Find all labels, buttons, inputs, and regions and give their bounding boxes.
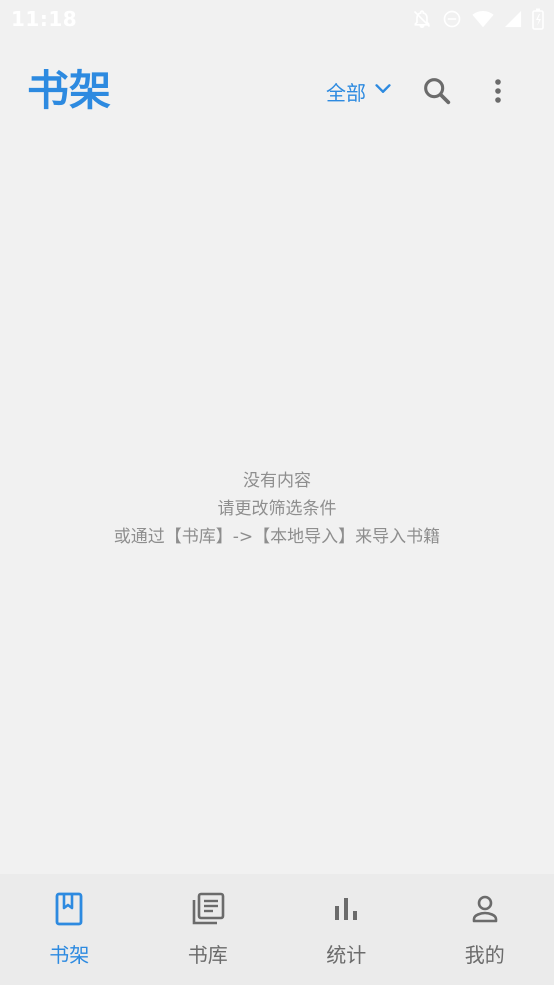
bottom-navigation: 书架 书库 统计 我的 bbox=[0, 874, 554, 985]
bookmark-book-icon bbox=[52, 892, 86, 926]
empty-state-line-3: 或通过【书库】->【本地导入】来导入书籍 bbox=[113, 527, 441, 547]
wifi-icon bbox=[472, 9, 494, 29]
library-icon bbox=[191, 892, 225, 926]
nav-label-profile: 我的 bbox=[464, 943, 505, 967]
nav-label-bookshelf: 书架 bbox=[49, 943, 90, 967]
empty-state-message: 没有内容 请更改筛选条件 或通过【书库】->【本地导入】来导入书籍 bbox=[0, 467, 554, 551]
do-not-disturb-icon bbox=[442, 9, 462, 29]
page-title: 书架 bbox=[27, 66, 112, 115]
nav-item-bookshelf[interactable]: 书架 bbox=[0, 874, 139, 985]
search-icon bbox=[420, 78, 454, 112]
more-vert-icon bbox=[486, 79, 510, 112]
notifications-off-icon bbox=[412, 9, 432, 29]
nav-item-library[interactable]: 书库 bbox=[139, 874, 278, 985]
empty-state-line-1: 没有内容 bbox=[243, 471, 311, 491]
signal-icon bbox=[504, 9, 522, 29]
more-options-button[interactable] bbox=[486, 74, 510, 108]
nav-item-profile[interactable]: 我的 bbox=[416, 874, 554, 985]
top-app-bar: 书架 全部 bbox=[0, 60, 554, 122]
filter-dropdown-button[interactable]: 全部 bbox=[326, 74, 394, 108]
person-icon bbox=[468, 892, 502, 926]
chevron-down-icon bbox=[372, 78, 394, 104]
status-time: 11:18 bbox=[11, 7, 78, 31]
bar-chart-icon bbox=[329, 892, 363, 926]
bookshelf-screen: 11:18 书架 全部 没有内容 请更改筛选条件 或通过【书库】->【本地导入】… bbox=[0, 0, 554, 985]
nav-label-statistics: 统计 bbox=[326, 943, 367, 967]
search-button[interactable] bbox=[420, 74, 454, 108]
empty-state-line-2: 请更改筛选条件 bbox=[217, 499, 337, 519]
battery-icon bbox=[532, 8, 544, 30]
filter-label: 全部 bbox=[326, 80, 366, 105]
nav-item-statistics[interactable]: 统计 bbox=[277, 874, 416, 985]
status-icons bbox=[412, 8, 544, 30]
status-bar: 11:18 bbox=[0, 0, 554, 38]
nav-label-library: 书库 bbox=[187, 943, 228, 967]
